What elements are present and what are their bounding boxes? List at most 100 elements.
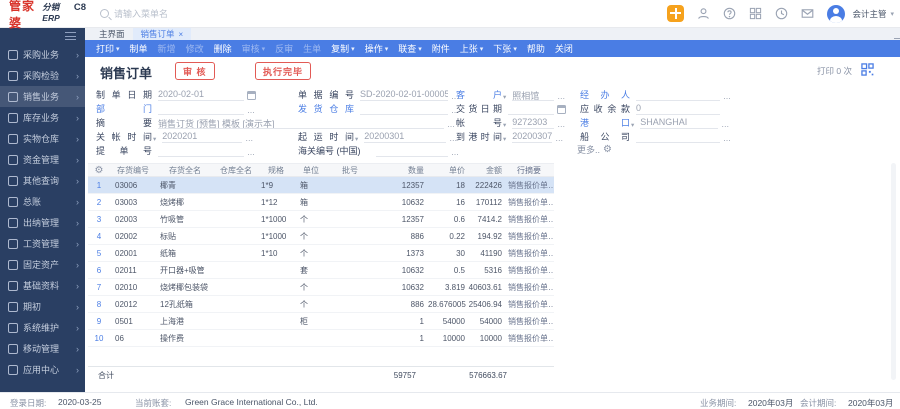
search-input[interactable]	[114, 8, 234, 19]
table-row[interactable]: 2 03003 烧烤椰 1*12 箱 10632 16 170112 销售报价单…	[88, 194, 554, 211]
sidebar-item[interactable]: 基础资料 ›	[0, 275, 85, 296]
sidebar-item[interactable]: 实物仓库 ›	[0, 128, 85, 149]
ship-warehouse-input[interactable]	[360, 103, 448, 115]
lookup-icon[interactable]	[247, 106, 256, 115]
user-name[interactable]: 会计主管	[852, 8, 886, 20]
customer-input[interactable]: 照相馆	[512, 89, 555, 101]
sidebar-item[interactable]: 销售业务 ›	[0, 86, 85, 107]
toolbar-button[interactable]: 反审	[275, 42, 293, 55]
lookup-icon[interactable]	[721, 120, 730, 129]
sidebar-item[interactable]: 应用中心 ›	[0, 359, 85, 380]
sidebar-item[interactable]: 系统维护 ›	[0, 317, 85, 338]
vertical-scrollbar[interactable]	[891, 163, 896, 380]
table-row[interactable]: 4 02002 标贴 1*1000 个 886 0.22 194.92 销售报价…	[88, 228, 554, 245]
toolbar-button[interactable]: 下张	[493, 42, 517, 55]
toolbar-button[interactable]: 附件	[432, 42, 450, 55]
dropdown-caret-icon[interactable]: ▾	[153, 135, 156, 143]
port-input[interactable]: SHANGHAI	[640, 117, 719, 129]
make-date-input[interactable]: 2020-02-01	[158, 89, 244, 101]
table-row[interactable]: 9 0501 上海港 柜 1 54000 54000 销售报价单…	[88, 313, 554, 330]
apps-grid-icon[interactable]	[749, 7, 762, 20]
lookup-icon[interactable]	[723, 134, 732, 143]
lookup-icon[interactable]	[247, 148, 256, 157]
col-header[interactable]: 行摘要	[504, 165, 554, 176]
toolbar-button[interactable]: 上张	[460, 42, 484, 55]
doc-no-input[interactable]: SD-2020-02-01-00005	[360, 89, 448, 101]
calendar-icon[interactable]	[557, 105, 566, 114]
sidebar-item[interactable]: 资金管理 ›	[0, 149, 85, 170]
account-no-input[interactable]: 9272303	[512, 117, 555, 129]
table-row[interactable]: 3 02003 竹吸管 1*1000 个 12357 0.6 7414.2 销售…	[88, 211, 554, 228]
col-header[interactable]: 存货编号	[110, 165, 156, 176]
sidebar-item[interactable]: 期初 ›	[0, 296, 85, 317]
sidebar-item[interactable]: 采购检验 ›	[0, 65, 85, 86]
tab-home[interactable]: 主界面	[91, 28, 133, 40]
customs-no-input[interactable]	[376, 145, 448, 157]
user-avatar[interactable]	[827, 4, 846, 23]
mail-icon[interactable]	[801, 7, 814, 20]
bl-no-input[interactable]	[158, 145, 244, 157]
dropdown-caret-icon[interactable]: ▾	[503, 93, 506, 101]
lookup-icon[interactable]	[555, 134, 564, 143]
toolbar-button[interactable]: 打印	[96, 42, 120, 55]
lookup-icon[interactable]	[245, 134, 254, 143]
col-header[interactable]: 数量	[372, 165, 428, 176]
delivery-date-input[interactable]	[508, 103, 554, 115]
sidebar-item[interactable]: 采购业务 ›	[0, 44, 85, 65]
toolbar-button[interactable]: 制单	[130, 42, 148, 55]
close-icon[interactable]: ×	[179, 30, 184, 39]
sidebar-collapse-icon[interactable]	[65, 32, 76, 40]
more-fields-link[interactable]: 更多.. ⚙	[577, 143, 612, 156]
sidebar-item[interactable]: 库存业务 ›	[0, 107, 85, 128]
toolbar-button[interactable]: 生单	[303, 42, 321, 55]
table-row[interactable]: 8 02012 12孔纸箱 个 886 28.676005 25406.94 销…	[88, 296, 554, 313]
grid-settings-gear-icon[interactable]: ⚙	[88, 165, 110, 176]
toolbar-button[interactable]: 操作	[365, 42, 389, 55]
lookup-icon[interactable]	[557, 120, 566, 129]
col-header[interactable]: 存货全名	[156, 165, 214, 176]
sidebar-item[interactable]: 移动管理 ›	[0, 338, 85, 359]
sidebar-item[interactable]: 其他查询 ›	[0, 170, 85, 191]
lookup-icon[interactable]	[447, 120, 456, 129]
sidebar-item[interactable]: 出纳管理 ›	[0, 212, 85, 233]
dropdown-caret-icon[interactable]: ▾	[631, 121, 634, 129]
promo-badge-icon[interactable]	[667, 5, 685, 22]
toolbar-button[interactable]: 新增	[158, 42, 176, 55]
toolbar-button[interactable]: 复制	[331, 42, 355, 55]
lookup-icon[interactable]	[557, 92, 566, 101]
col-header[interactable]: 批号	[328, 165, 372, 176]
dropdown-caret-icon[interactable]: ▾	[503, 121, 506, 129]
agent-input[interactable]	[636, 89, 720, 101]
table-row[interactable]: 6 02011 开口器+吸管 套 10632 0.5 5316 销售报价单…	[88, 262, 554, 279]
help-icon[interactable]	[723, 7, 736, 20]
lookup-icon[interactable]	[451, 148, 460, 157]
col-header[interactable]: 规格	[258, 165, 294, 176]
toolbar-button[interactable]: 联查	[398, 42, 422, 55]
depart-time-input[interactable]: 20200301	[364, 131, 447, 143]
department-input[interactable]	[158, 103, 244, 115]
user-icon[interactable]	[697, 7, 710, 20]
calendar-icon[interactable]	[247, 91, 256, 100]
lookup-icon[interactable]	[723, 92, 732, 101]
toolbar-button[interactable]: 修改	[186, 42, 204, 55]
sidebar-item[interactable]: 固定资产 ›	[0, 254, 85, 275]
sidebar-item[interactable]: 工资管理 ›	[0, 233, 85, 254]
dropdown-caret-icon[interactable]: ▾	[503, 135, 506, 143]
table-row[interactable]: 10 06 操作费 1 10000 10000 销售报价单…	[88, 330, 554, 347]
clock-icon[interactable]	[775, 7, 788, 20]
ship-company-input[interactable]	[636, 131, 720, 143]
arrive-time-input[interactable]: 20200307	[512, 131, 553, 143]
global-search[interactable]	[100, 8, 250, 19]
col-header[interactable]: 仓库全名	[214, 165, 258, 176]
sidebar-item[interactable]: 总账 ›	[0, 191, 85, 212]
tab-sales-order[interactable]: 销售订单 ×	[132, 28, 192, 40]
summary-input[interactable]: 销售订货 [预售] 模板 [演示本]	[158, 117, 444, 129]
col-header[interactable]: 金额	[468, 165, 504, 176]
dropdown-caret-icon[interactable]: ▾	[355, 135, 358, 143]
table-row[interactable]: 7 02010 烧烤椰包装袋 个 10632 3.819 40603.61 销售…	[88, 279, 554, 296]
qr-code-icon[interactable]	[861, 63, 874, 76]
toolbar-button[interactable]: 删除	[214, 42, 232, 55]
table-row[interactable]: 5 02001 纸箱 1*10 个 1373 30 41190 销售报价单…	[88, 245, 554, 262]
close-time-input[interactable]: 2020201	[162, 131, 243, 143]
toolbar-button[interactable]: 关闭	[555, 42, 573, 55]
